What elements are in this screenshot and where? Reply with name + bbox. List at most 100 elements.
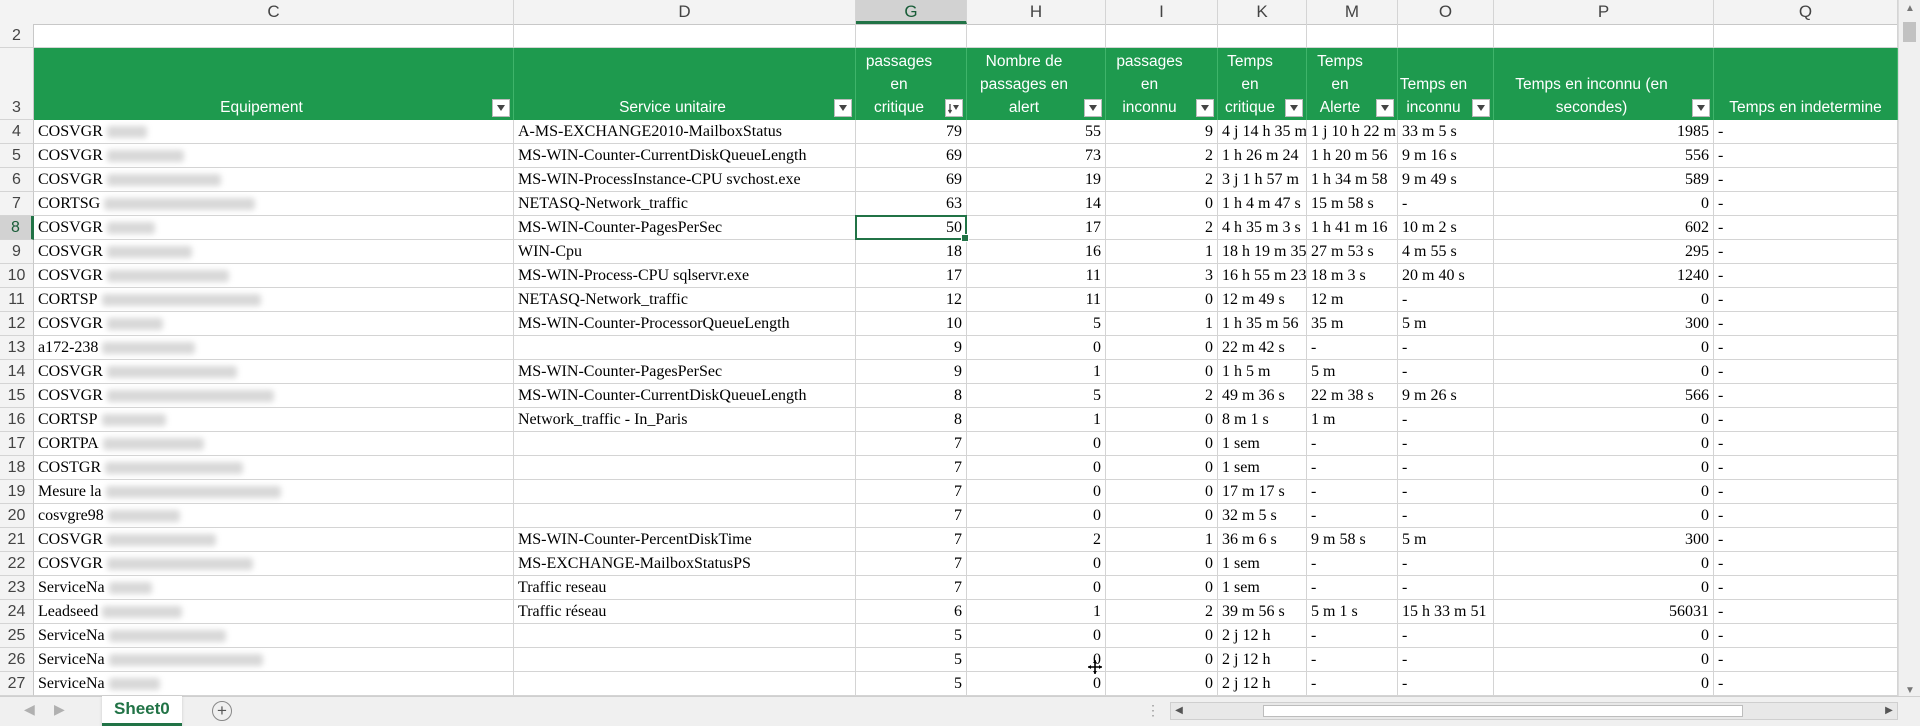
- cell-c[interactable]: CORTPA: [34, 432, 514, 456]
- cell-m[interactable]: 1 j 10 h 22 m: [1307, 120, 1398, 144]
- cell-q[interactable]: -: [1714, 552, 1898, 576]
- cell-c[interactable]: COSVGR: [34, 264, 514, 288]
- cell-g[interactable]: 5: [856, 672, 967, 696]
- row-header-26[interactable]: 26: [0, 648, 34, 672]
- cell-o[interactable]: 10 m 2 s: [1398, 216, 1494, 240]
- cell-p[interactable]: 0: [1494, 432, 1714, 456]
- row-header-9[interactable]: 9: [0, 240, 34, 264]
- cell-o[interactable]: 9 m 16 s: [1398, 144, 1494, 168]
- cell-q[interactable]: -: [1714, 336, 1898, 360]
- cell-d[interactable]: [514, 672, 856, 696]
- row-header-11[interactable]: 11: [0, 288, 34, 312]
- horizontal-scroll-thumb[interactable]: [1263, 705, 1743, 717]
- cell-h[interactable]: 73: [967, 144, 1106, 168]
- cell-q[interactable]: -: [1714, 432, 1898, 456]
- cell-k[interactable]: 4 h 35 m 3 s: [1218, 216, 1307, 240]
- row-header-21[interactable]: 21: [0, 528, 34, 552]
- cell-i[interactable]: 0: [1106, 672, 1218, 696]
- cell-q[interactable]: -: [1714, 192, 1898, 216]
- cell-k[interactable]: 2 j 12 h: [1218, 648, 1307, 672]
- column-header-m[interactable]: M: [1307, 0, 1398, 24]
- cell-q[interactable]: -: [1714, 600, 1898, 624]
- cell-d[interactable]: WIN-Cpu: [514, 240, 856, 264]
- cell-p[interactable]: 0: [1494, 648, 1714, 672]
- cell-d[interactable]: MS-WIN-Process-CPU sqlservr.exe: [514, 264, 856, 288]
- cell-h[interactable]: 19: [967, 168, 1106, 192]
- cell-c[interactable]: Leadseed: [34, 600, 514, 624]
- cell-m[interactable]: -: [1307, 480, 1398, 504]
- cell-g[interactable]: 6: [856, 600, 967, 624]
- cell-o[interactable]: -: [1398, 408, 1494, 432]
- cell-p[interactable]: 1240: [1494, 264, 1714, 288]
- column-header-c[interactable]: C: [34, 0, 514, 24]
- cell-d[interactable]: [514, 624, 856, 648]
- cell-q[interactable]: -: [1714, 528, 1898, 552]
- cell-d[interactable]: A-MS-EXCHANGE2010-MailboxStatus: [514, 120, 856, 144]
- cell-o[interactable]: -: [1398, 648, 1494, 672]
- cell-o[interactable]: 9 m 49 s: [1398, 168, 1494, 192]
- cell-c[interactable]: ServiceNa: [34, 672, 514, 696]
- cell-p[interactable]: 602: [1494, 216, 1714, 240]
- cell-h[interactable]: 0: [967, 456, 1106, 480]
- cell-m[interactable]: -: [1307, 648, 1398, 672]
- filter-dropdown-icon[interactable]: [1084, 99, 1102, 117]
- cell-i[interactable]: 0: [1106, 408, 1218, 432]
- cell-o[interactable]: 9 m 26 s: [1398, 384, 1494, 408]
- cell-k[interactable]: 18 h 19 m 35: [1218, 240, 1307, 264]
- cell-h[interactable]: 0: [967, 552, 1106, 576]
- cell-p[interactable]: 566: [1494, 384, 1714, 408]
- cell-g[interactable]: 12: [856, 288, 967, 312]
- filter-dropdown-icon[interactable]: [1285, 99, 1303, 117]
- cell-p[interactable]: 295: [1494, 240, 1714, 264]
- cell-p[interactable]: 1985: [1494, 120, 1714, 144]
- cell-q[interactable]: -: [1714, 240, 1898, 264]
- cell-d[interactable]: [514, 432, 856, 456]
- cell-g[interactable]: 79: [856, 120, 967, 144]
- cell-q[interactable]: -: [1714, 672, 1898, 696]
- cell-c[interactable]: CORTSG: [34, 192, 514, 216]
- cell-k[interactable]: 1 sem: [1218, 456, 1307, 480]
- cell-g[interactable]: 10: [856, 312, 967, 336]
- cell-g[interactable]: 9: [856, 360, 967, 384]
- cell-g[interactable]: 7: [856, 456, 967, 480]
- cell-c[interactable]: CORTSP: [34, 408, 514, 432]
- cell-m[interactable]: 1 h 20 m 56: [1307, 144, 1398, 168]
- sort-filter-icon[interactable]: [945, 99, 963, 117]
- cell-o[interactable]: -: [1398, 456, 1494, 480]
- filter-dropdown-icon[interactable]: [492, 99, 510, 117]
- cell-m[interactable]: -: [1307, 504, 1398, 528]
- cell-h[interactable]: 16: [967, 240, 1106, 264]
- scroll-up-icon[interactable]: ▲: [1899, 0, 1920, 18]
- cell-h[interactable]: 14: [967, 192, 1106, 216]
- row-header-16[interactable]: 16: [0, 408, 34, 432]
- column-header-d[interactable]: D: [514, 0, 856, 24]
- cell-k[interactable]: 22 m 42 s: [1218, 336, 1307, 360]
- cell-k[interactable]: 1 sem: [1218, 552, 1307, 576]
- cell-empty[interactable]: [1714, 24, 1898, 48]
- cell-p[interactable]: 0: [1494, 336, 1714, 360]
- cell-d[interactable]: NETASQ-Network_traffic: [514, 288, 856, 312]
- column-header-i[interactable]: I: [1106, 0, 1218, 24]
- cell-c[interactable]: Mesure la: [34, 480, 514, 504]
- column-header-q[interactable]: Q: [1714, 0, 1898, 24]
- cell-h[interactable]: 0: [967, 432, 1106, 456]
- cell-q[interactable]: -: [1714, 168, 1898, 192]
- cell-c[interactable]: ServiceNa: [34, 576, 514, 600]
- scroll-left-icon[interactable]: ◀: [1171, 703, 1187, 719]
- cell-d[interactable]: MS-WIN-Counter-PagesPerSec: [514, 216, 856, 240]
- row-header-4[interactable]: 4: [0, 120, 34, 144]
- cell-g[interactable]: 5: [856, 648, 967, 672]
- row-header-12[interactable]: 12: [0, 312, 34, 336]
- cell-i[interactable]: 0: [1106, 648, 1218, 672]
- cell-o[interactable]: -: [1398, 360, 1494, 384]
- cell-o[interactable]: -: [1398, 480, 1494, 504]
- cell-empty[interactable]: [1106, 24, 1218, 48]
- cell-q[interactable]: -: [1714, 312, 1898, 336]
- cell-i[interactable]: 0: [1106, 576, 1218, 600]
- cell-empty[interactable]: [967, 24, 1106, 48]
- cell-k[interactable]: 17 m 17 s: [1218, 480, 1307, 504]
- cell-o[interactable]: -: [1398, 192, 1494, 216]
- cell-q[interactable]: -: [1714, 216, 1898, 240]
- cell-c[interactable]: COSVGR: [34, 384, 514, 408]
- cell-i[interactable]: 0: [1106, 552, 1218, 576]
